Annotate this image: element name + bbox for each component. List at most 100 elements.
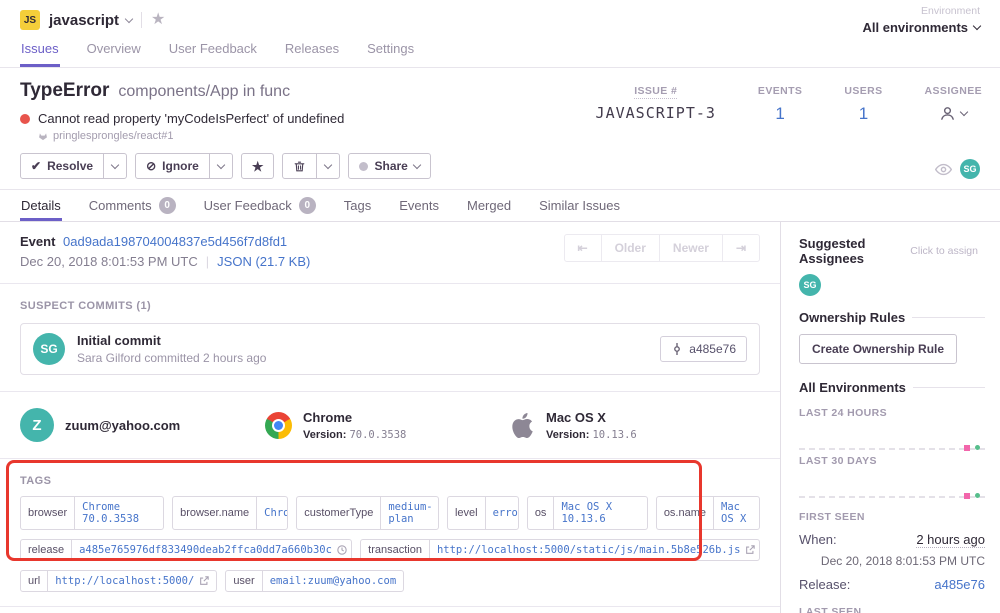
context-os: Mac OS X Version: 10.13.6: [510, 408, 755, 442]
trash-icon: [293, 160, 306, 173]
resolve-button[interactable]: ✔ Resolve: [20, 153, 104, 179]
nav-user-feedback[interactable]: User Feedback: [168, 37, 258, 67]
last-24-hours-sparkline: [799, 419, 985, 455]
divider: [141, 12, 142, 28]
external-link-icon: [745, 545, 755, 555]
commit-title: Initial commit: [77, 333, 266, 348]
tag-release[interactable]: releasea485e765976df833490deab2ffca0dd7a…: [20, 539, 352, 561]
event-json-link[interactable]: JSON (21.7 KB): [217, 254, 310, 269]
share-button[interactable]: Share: [348, 153, 430, 179]
environment-label: Environment: [863, 5, 980, 17]
last-30-days-sparkline: [799, 467, 985, 503]
browser-version-label: Version:: [303, 429, 346, 441]
event-block: Event 0ad9ada198704004837e5d456f7d8fd1 D…: [0, 222, 780, 284]
commit-icon: [671, 343, 683, 355]
nav-overview[interactable]: Overview: [86, 37, 142, 67]
older-event-button[interactable]: Older: [601, 234, 660, 262]
commit-sha-button[interactable]: a485e76: [660, 336, 747, 362]
events-count-link[interactable]: 1: [758, 104, 802, 124]
issue-actions: ✔ Resolve ⊘ Ignore ★ S: [20, 153, 980, 179]
top-bar: JS javascript ★ Environment All environm…: [0, 0, 1000, 68]
event-pagination: ⇤ Older Newer ⇥: [564, 234, 761, 262]
oldest-event-button[interactable]: ⇤: [564, 234, 602, 262]
issue-detail-main: Event 0ad9ada198704004837e5d456f7d8fd1 D…: [0, 222, 780, 613]
first-seen-release-link[interactable]: a485e76: [934, 577, 985, 592]
os-version-label: Version:: [546, 429, 589, 441]
sparkline-event-marker: [964, 493, 970, 499]
issue-number-label: ISSUE #: [634, 85, 677, 99]
nav-issues[interactable]: Issues: [20, 37, 60, 67]
last-30-days-label: LAST 30 DAYS: [799, 455, 985, 467]
tab-comments[interactable]: Comments0: [88, 190, 177, 221]
first-seen-release-label: Release:: [799, 577, 850, 592]
tab-tags[interactable]: Tags: [343, 190, 372, 221]
sparkline-baseline: [799, 448, 985, 450]
tag-transaction[interactable]: transactionhttp://localhost:5000/static/…: [360, 539, 760, 561]
browser-name: Chrome: [303, 410, 406, 425]
share-status-dot-icon: [359, 162, 368, 171]
newer-event-button[interactable]: Newer: [659, 234, 723, 262]
tag-browser[interactable]: browserChrome 70.0.3538: [20, 496, 164, 530]
clock-icon: [337, 545, 347, 555]
project-name: javascript: [49, 12, 119, 29]
tags-heading: TAGS: [20, 475, 51, 487]
project-nav: Issues Overview User Feedback Releases S…: [20, 37, 980, 67]
issue-culprit: components/App in func: [118, 83, 290, 101]
seen-by-avatar[interactable]: SG: [960, 159, 980, 179]
check-icon: ✔: [31, 160, 41, 172]
event-label: Event: [20, 234, 55, 249]
environment-selector[interactable]: Environment All environments: [863, 5, 980, 35]
external-link-icon: [199, 576, 209, 586]
chevron-down-icon: [111, 160, 119, 168]
os-name: Mac OS X: [546, 410, 637, 425]
tab-user-feedback[interactable]: User Feedback0: [203, 190, 317, 221]
bookmark-star-icon[interactable]: ★: [151, 12, 165, 28]
last-24-hours-label: LAST 24 HOURS: [799, 407, 985, 419]
ignore-dropdown-button[interactable]: [209, 153, 233, 179]
tag-customer-type[interactable]: customerTypemedium-plan: [296, 496, 439, 530]
nav-releases[interactable]: Releases: [284, 37, 340, 67]
tag-user[interactable]: useremail:zuum@yahoo.com: [225, 570, 404, 592]
chevron-down-icon: [973, 22, 981, 30]
tag-url[interactable]: urlhttp://localhost:5000/: [20, 570, 217, 592]
user-avatar: Z: [20, 408, 54, 442]
issue-annotation-link[interactable]: pringlesprongles/react#1: [53, 130, 173, 142]
delete-button[interactable]: [282, 153, 317, 179]
gitlab-icon: [38, 131, 48, 141]
divider: |: [206, 254, 209, 269]
project-selector[interactable]: javascript: [49, 12, 132, 29]
issue-sidebar: Suggested AssigneesClick to assign SG Ow…: [780, 222, 1000, 613]
ignore-button[interactable]: ⊘ Ignore: [135, 153, 210, 179]
suggested-assignee-avatar[interactable]: SG: [799, 274, 821, 296]
delete-dropdown-button[interactable]: [316, 153, 340, 179]
users-count-link[interactable]: 1: [844, 104, 882, 124]
tab-details[interactable]: Details: [20, 190, 62, 221]
tag-level[interactable]: levelerror: [447, 496, 519, 530]
environment-value: All environments: [863, 20, 968, 35]
ownership-rules-heading: Ownership Rules: [799, 310, 905, 325]
newest-event-button[interactable]: ⇥: [722, 234, 760, 262]
create-ownership-rule-button[interactable]: Create Ownership Rule: [799, 334, 957, 364]
tab-events[interactable]: Events: [398, 190, 440, 221]
mute-icon: ⊘: [146, 160, 156, 172]
assignee-label: ASSIGNEE: [925, 85, 982, 97]
sparkline-current-marker: [975, 445, 980, 450]
comments-count-badge: 0: [159, 197, 176, 214]
issue-header: TypeError components/App in func Cannot …: [0, 68, 1000, 190]
assignees-hint: Click to assign: [910, 245, 978, 257]
tab-merged[interactable]: Merged: [466, 190, 512, 221]
exception-section: EXCEPTION (most recent call first) Origi…: [0, 607, 780, 613]
resolve-dropdown-button[interactable]: [103, 153, 127, 179]
nav-settings[interactable]: Settings: [366, 37, 415, 67]
event-id-link[interactable]: 0ad9ada198704004837e5d456f7d8fd1: [63, 234, 287, 249]
browser-version: 70.0.3538: [349, 429, 406, 441]
star-button[interactable]: ★: [241, 153, 275, 179]
tag-os-name[interactable]: os.nameMac OS X: [656, 496, 760, 530]
tag-os[interactable]: osMac OS X 10.13.6: [527, 496, 648, 530]
event-date: Dec 20, 2018 8:01:53 PM UTC: [20, 254, 198, 269]
os-version: 10.13.6: [592, 429, 636, 441]
assignee-selector[interactable]: [925, 105, 982, 122]
divider: [913, 387, 985, 388]
tag-browser-name[interactable]: browser.nameChrome: [172, 496, 288, 530]
tab-similar-issues[interactable]: Similar Issues: [538, 190, 621, 221]
